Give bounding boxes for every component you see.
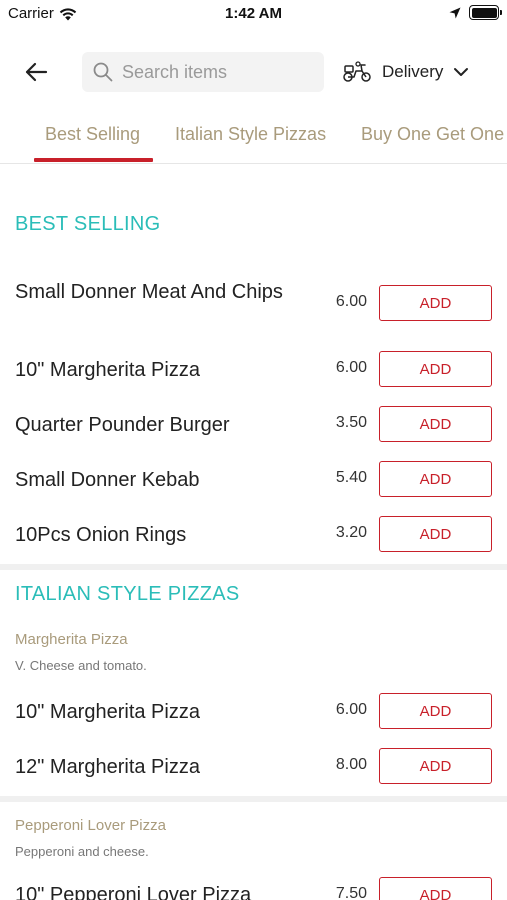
menu-item-name: 10Pcs Onion Rings (15, 524, 187, 546)
add-button[interactable]: ADD (379, 877, 492, 900)
menu-item-price: 3.20 (335, 524, 367, 541)
section-divider (0, 564, 507, 570)
add-button[interactable]: ADD (379, 406, 492, 442)
menu-item-price: 5.40 (335, 469, 367, 486)
group-title: Margherita Pizza (15, 631, 128, 648)
add-button[interactable]: ADD (379, 285, 492, 321)
category-tabs: Best Selling Italian Style Pizzas Buy On… (0, 112, 507, 164)
tab-italian-style-pizzas[interactable]: Italian Style Pizzas (175, 124, 326, 145)
menu-item-name: 10" Margherita Pizza (15, 359, 200, 381)
scooter-icon (343, 61, 371, 82)
add-button[interactable]: ADD (379, 461, 492, 497)
back-button[interactable] (20, 58, 52, 86)
back-arrow-icon (25, 62, 48, 82)
add-button[interactable]: ADD (379, 516, 492, 552)
menu-item-name: Small Donner Meat And Chips (15, 281, 283, 303)
menu-item-price: 6.00 (335, 359, 367, 376)
status-right (449, 5, 502, 20)
tab-best-selling[interactable]: Best Selling (45, 124, 140, 145)
status-time: 1:42 AM (225, 5, 282, 22)
search-icon (92, 61, 114, 83)
add-button[interactable]: ADD (379, 748, 492, 784)
section-title-best-selling: BEST SELLING (15, 213, 161, 235)
menu-item-name: 10" Margherita Pizza (15, 701, 200, 723)
section-title-italian-style-pizzas: ITALIAN STYLE PIZZAS (15, 583, 240, 605)
active-tab-indicator (34, 158, 153, 162)
header: Delivery (0, 50, 507, 94)
status-bar: Carrier 1:42 AM (0, 0, 507, 30)
add-button[interactable]: ADD (379, 693, 492, 729)
menu-item-price: 7.50 (335, 885, 367, 900)
delivery-label: Delivery (382, 62, 444, 81)
add-button[interactable]: ADD (379, 351, 492, 387)
menu-item-price: 6.00 (335, 293, 367, 310)
search-box[interactable] (82, 52, 324, 92)
menu-item-name: Small Donner Kebab (15, 469, 200, 491)
group-description: Pepperoni and cheese. (15, 844, 149, 859)
menu-item-price: 6.00 (335, 701, 367, 718)
tab-buy-one-get-one[interactable]: Buy One Get One (361, 124, 504, 145)
location-arrow-icon (449, 7, 461, 18)
menu-item-name: 10" Pepperoni Lover Pizza (15, 884, 252, 900)
chevron-down-icon (454, 68, 469, 76)
group-divider (0, 796, 507, 802)
search-input[interactable] (122, 61, 312, 83)
delivery-selector[interactable]: Delivery (342, 54, 469, 90)
menu-item-name: Quarter Pounder Burger (15, 414, 230, 436)
menu-item-price: 8.00 (335, 756, 367, 773)
menu-item-name: 12" Margherita Pizza (15, 756, 200, 778)
group-title: Pepperoni Lover Pizza (15, 817, 166, 834)
menu-item-price: 3.50 (335, 414, 367, 431)
battery-icon (469, 5, 502, 20)
group-description: V. Cheese and tomato. (15, 658, 147, 673)
